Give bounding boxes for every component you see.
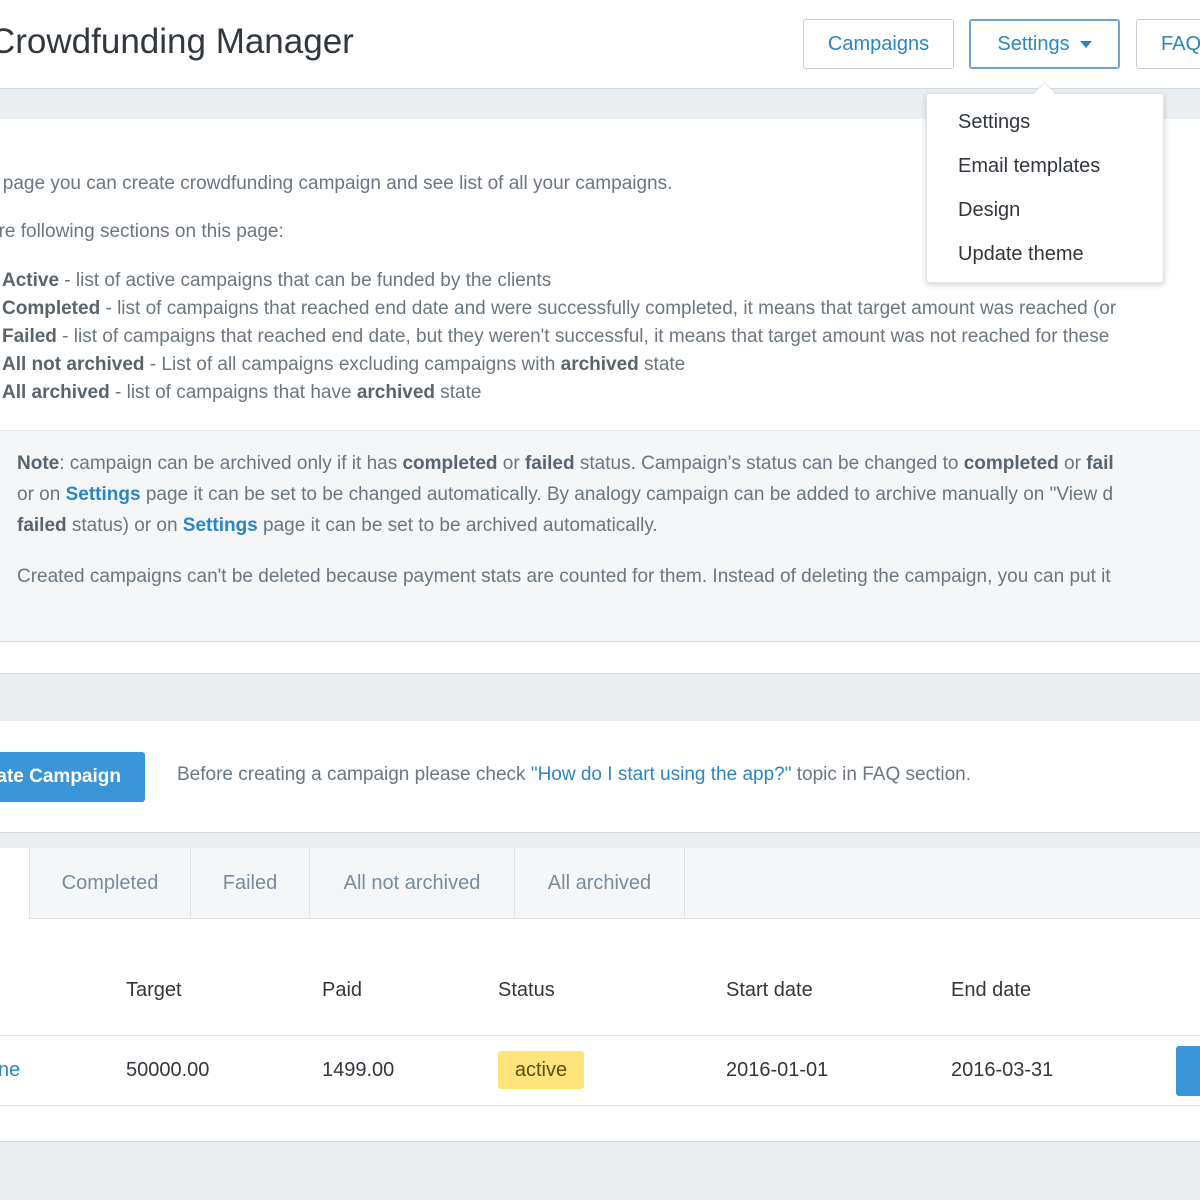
faq-start-link[interactable]: "How do I start using the app?" [531, 764, 792, 785]
menu-item-design[interactable]: Design [927, 192, 1163, 236]
settings-dropdown-menu: Settings Email templates Design Update t… [926, 93, 1164, 283]
note-box: Note: campaign can be archived only if i… [0, 430, 1200, 642]
column-header-start-date[interactable]: Start date [726, 979, 813, 1002]
section-item-all-archived: All archived - list of campaigns that ha… [2, 382, 482, 403]
cell-target: 50000.00 [126, 1059, 210, 1081]
section-item-completed: Completed - list of campaigns that reach… [2, 298, 1117, 319]
intro-text: s page you can create crowdfunding campa… [0, 173, 673, 194]
tabs-strip: Completed Failed All not archived All ar… [29, 848, 1200, 919]
menu-item-settings[interactable]: Settings [927, 104, 1163, 148]
column-header-target[interactable]: Target [126, 979, 182, 1002]
tab-all-not-archived[interactable]: All not archived [310, 848, 515, 918]
note-line-3: failed status) or on Settings page it ca… [17, 515, 658, 536]
note-line-4: Created campaigns can't be deleted becau… [17, 566, 1111, 587]
faq-nav-button[interactable]: FAQ [1136, 19, 1200, 69]
tab-all-archived[interactable]: All archived [515, 848, 685, 918]
campaigns-table-card: Completed Failed All not archived All ar… [0, 848, 1200, 1142]
sections-list: Active - list of active campaigns that c… [2, 267, 1116, 407]
menu-item-update-theme[interactable]: Update theme [927, 236, 1163, 280]
cell-start-date: 2016-01-01 [726, 1059, 829, 1081]
row-action-button[interactable] [1176, 1046, 1200, 1096]
create-campaign-card: ate Campaign Before creating a campaign … [0, 721, 1200, 833]
note-line-1: Note: campaign can be archived only if i… [17, 453, 1114, 474]
campaigns-nav-button[interactable]: Campaigns [803, 19, 954, 69]
tabs-bar: Completed Failed All not archived All ar… [0, 848, 1200, 919]
settings-link[interactable]: Settings [66, 484, 141, 505]
sections-intro-text: are following sections on this page: [0, 221, 284, 242]
column-header-end-date[interactable]: End date [951, 979, 1031, 1002]
cell-paid: 1499.00 [322, 1059, 395, 1081]
section-item-all-not-archived: All not archived - List of all campaigns… [2, 354, 686, 375]
cell-end-date: 2016-03-31 [951, 1059, 1054, 1081]
status-badge: active [498, 1051, 584, 1089]
caret-down-icon [1079, 40, 1092, 48]
settings-nav-label: Settings [997, 32, 1070, 55]
column-header-status[interactable]: Status [498, 979, 555, 1002]
tab-completed[interactable]: Completed [30, 848, 191, 918]
column-header-paid[interactable]: Paid [322, 979, 362, 1002]
section-item-failed: Failed - list of campaigns that reached … [2, 326, 1110, 347]
table-bottom-divider [0, 1105, 1200, 1106]
tab-active-partial[interactable] [0, 848, 29, 919]
settings-nav-button[interactable]: Settings [969, 19, 1120, 69]
note-line-2: or on Settings page it can be set to be … [17, 484, 1114, 505]
app-title: Crowdfunding Manager [0, 22, 354, 61]
create-hint: Before creating a campaign please check … [177, 764, 971, 785]
top-header: Crowdfunding Manager Campaigns Settings … [0, 0, 1200, 89]
table-row-divider [0, 1035, 1200, 1036]
create-campaign-button[interactable]: ate Campaign [0, 752, 145, 802]
tab-failed[interactable]: Failed [191, 848, 310, 918]
settings-link-2[interactable]: Settings [183, 515, 258, 536]
menu-item-email-templates[interactable]: Email templates [927, 148, 1163, 192]
campaign-name-link[interactable]: ne [0, 1059, 20, 1082]
